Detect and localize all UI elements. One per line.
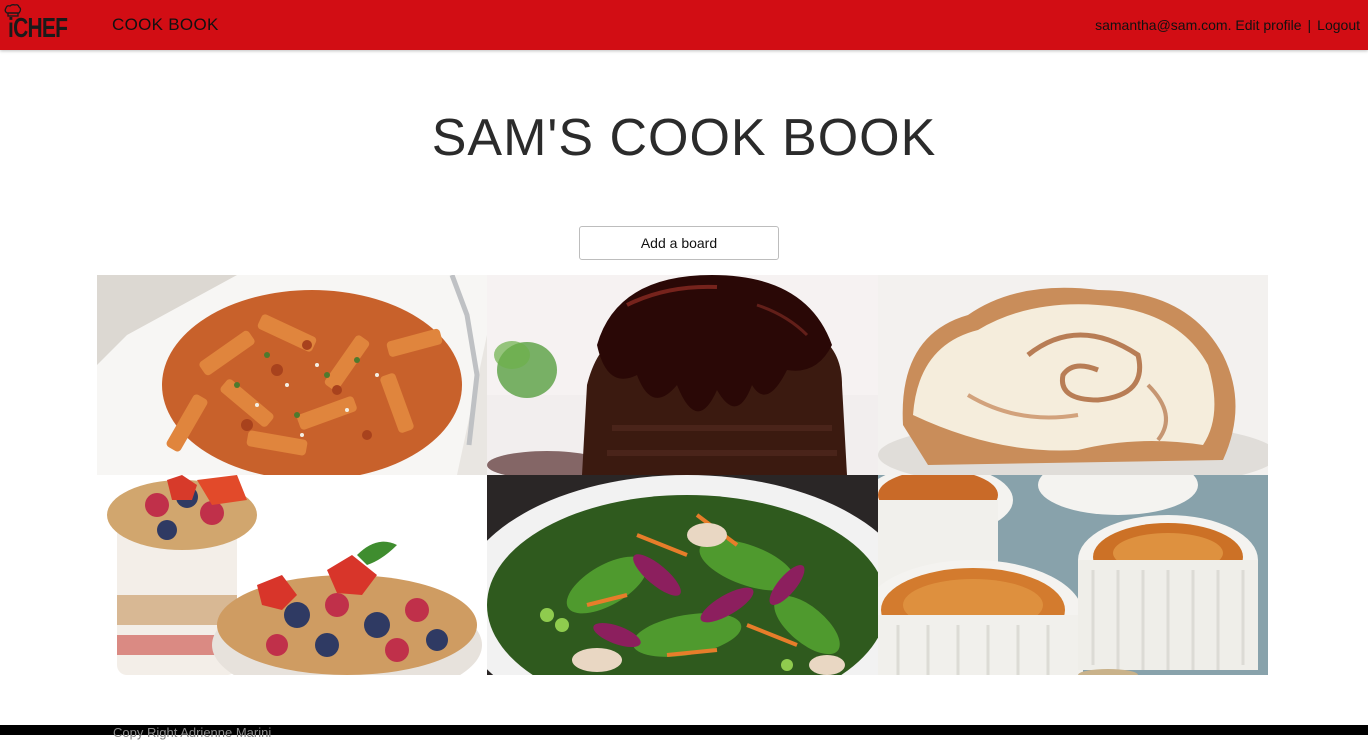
user-nav: samantha@sam.com. Edit profile | Logout [1095, 17, 1360, 33]
cinnamon-roll-image [878, 275, 1268, 475]
penne-pasta-image [97, 275, 487, 475]
edit-profile-link[interactable]: Edit profile [1235, 17, 1301, 33]
ichef-logo[interactable]: iCHEF [2, 4, 80, 46]
top-navbar: iCHEF COOK BOOK samantha@sam.com. Edit p… [0, 0, 1368, 50]
chocolate-cake-image [487, 275, 878, 475]
logo-text: iCHEF [8, 12, 68, 43]
user-email: samantha@sam.com. [1095, 17, 1232, 33]
berry-parfait-image [97, 475, 487, 675]
logout-link[interactable]: Logout [1317, 17, 1360, 33]
board-tile-pasta[interactable] [97, 275, 487, 475]
board-tile-chocolate-cake[interactable] [487, 275, 878, 475]
copyright-text: Copy Right Adrienne Marini [113, 725, 272, 740]
creme-brulee-image [878, 475, 1268, 675]
nav-separator: | [1307, 17, 1312, 33]
board-tile-cinnamon-roll[interactable] [878, 275, 1268, 475]
salad-image [487, 475, 878, 675]
footer: Copy Right Adrienne Marini [0, 725, 1368, 740]
nav-cook-book-link[interactable]: COOK BOOK [112, 15, 219, 35]
boards-grid [97, 275, 1268, 675]
board-tile-parfait[interactable] [97, 475, 487, 675]
add-board-button[interactable]: Add a board [579, 226, 779, 260]
board-tile-creme-brulee[interactable] [878, 475, 1268, 675]
page-title: SAM'S COOK BOOK [431, 109, 937, 167]
board-tile-salad[interactable] [487, 475, 878, 675]
